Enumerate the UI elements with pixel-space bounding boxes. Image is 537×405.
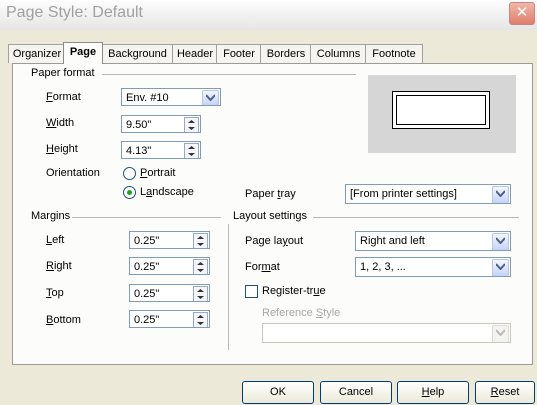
number-format-value: 1, 2, 3, ...	[360, 261, 406, 273]
paper-tray-value: [From printer settings]	[350, 188, 457, 200]
margins-divider	[72, 217, 221, 218]
reset-button[interactable]: Reset	[475, 381, 535, 404]
chevron-down-icon[interactable]	[492, 233, 509, 250]
width-spin-icon[interactable]	[184, 117, 199, 132]
height-value: 4.13"	[126, 145, 152, 157]
reference-style-label: Reference Style	[262, 307, 341, 319]
section-separator	[228, 224, 229, 350]
paper-tray-select[interactable]: [From printer settings]	[345, 184, 511, 204]
right-margin-field[interactable]: 0.25"	[129, 257, 210, 275]
number-format-label: Format	[245, 261, 280, 273]
page-preview	[368, 75, 516, 153]
ok-button[interactable]: OK	[242, 381, 314, 404]
landscape-label[interactable]: Landscape	[140, 186, 194, 198]
portrait-label[interactable]: Portrait	[140, 167, 175, 179]
left-margin-label: Left	[46, 234, 65, 246]
right-margin-label: Right	[46, 260, 72, 272]
right-margin-spin-icon[interactable]	[193, 259, 208, 274]
tab-columns[interactable]: Columns	[310, 44, 367, 63]
page-layout-label: Page layout	[245, 235, 304, 247]
bottom-margin-value: 0.25"	[134, 314, 160, 326]
reference-style-select[interactable]	[262, 323, 511, 343]
top-margin-label: Top	[46, 287, 64, 299]
margins-heading: Margins	[31, 210, 71, 222]
format-label: Format	[46, 91, 81, 103]
left-margin-value: 0.25"	[134, 235, 160, 247]
tab-header[interactable]: Header	[172, 44, 218, 63]
portrait-radio[interactable]	[123, 167, 136, 180]
left-margin-field[interactable]: 0.25"	[129, 231, 210, 249]
tab-page[interactable]: Page	[63, 42, 103, 64]
height-field[interactable]: 4.13"	[121, 141, 201, 159]
number-format-select[interactable]: 1, 2, 3, ...	[355, 257, 511, 277]
close-button[interactable]: ✕	[509, 2, 535, 25]
bottom-margin-label: Bottom	[46, 314, 81, 326]
width-field[interactable]: 9.50"	[121, 115, 201, 133]
paper-format-heading: Paper format	[31, 67, 95, 79]
tab-borders[interactable]: Borders	[260, 44, 312, 63]
chevron-down-icon	[492, 325, 509, 342]
paper-format-value: Env. #10	[126, 92, 169, 104]
top-margin-spin-icon[interactable]	[193, 286, 208, 301]
chevron-down-icon[interactable]	[492, 186, 509, 203]
top-margin-value: 0.25"	[134, 288, 160, 300]
layout-settings-heading: Layout settings	[233, 210, 307, 222]
register-true-label[interactable]: Register-true	[262, 285, 326, 297]
register-true-checkbox[interactable]	[245, 285, 258, 298]
tab-footer[interactable]: Footer	[216, 44, 262, 63]
landscape-radio[interactable]	[123, 186, 136, 199]
height-spin-icon[interactable]	[184, 143, 199, 158]
paper-format-divider	[102, 74, 356, 75]
page-layout-value: Right and left	[360, 235, 425, 247]
chevron-down-icon[interactable]	[202, 90, 219, 105]
help-button[interactable]: Help	[397, 381, 469, 404]
bottom-margin-field[interactable]: 0.25"	[129, 310, 210, 328]
radio-selected-dot	[127, 190, 132, 195]
left-margin-spin-icon[interactable]	[193, 233, 208, 248]
close-icon: ✕	[515, 4, 529, 21]
orientation-label: Orientation	[46, 167, 100, 179]
width-value: 9.50"	[126, 119, 152, 131]
paper-format-select[interactable]: Env. #10	[121, 88, 221, 106]
preview-page-outline	[392, 91, 490, 129]
tab-organizer[interactable]: Organizer	[8, 44, 66, 63]
bottom-margin-spin-icon[interactable]	[193, 312, 208, 327]
layout-settings-divider	[313, 217, 519, 218]
paper-tray-label: Paper tray	[245, 188, 296, 200]
cancel-button[interactable]: Cancel	[320, 381, 392, 404]
top-margin-field[interactable]: 0.25"	[129, 284, 210, 302]
tab-background[interactable]: Background	[101, 44, 174, 63]
right-margin-value: 0.25"	[134, 261, 160, 273]
chevron-down-icon[interactable]	[492, 259, 509, 276]
tab-footnote[interactable]: Footnote	[365, 44, 423, 63]
height-label: Height	[46, 143, 78, 155]
page-layout-select[interactable]: Right and left	[355, 231, 511, 251]
title-bar: Page Style: Default ✕	[0, 0, 537, 30]
page-style-dialog: Page Style: Default ✕ Organizer Page Bac…	[0, 0, 537, 405]
window-title: Page Style: Default	[6, 4, 143, 21]
width-label: Width	[46, 117, 75, 129]
